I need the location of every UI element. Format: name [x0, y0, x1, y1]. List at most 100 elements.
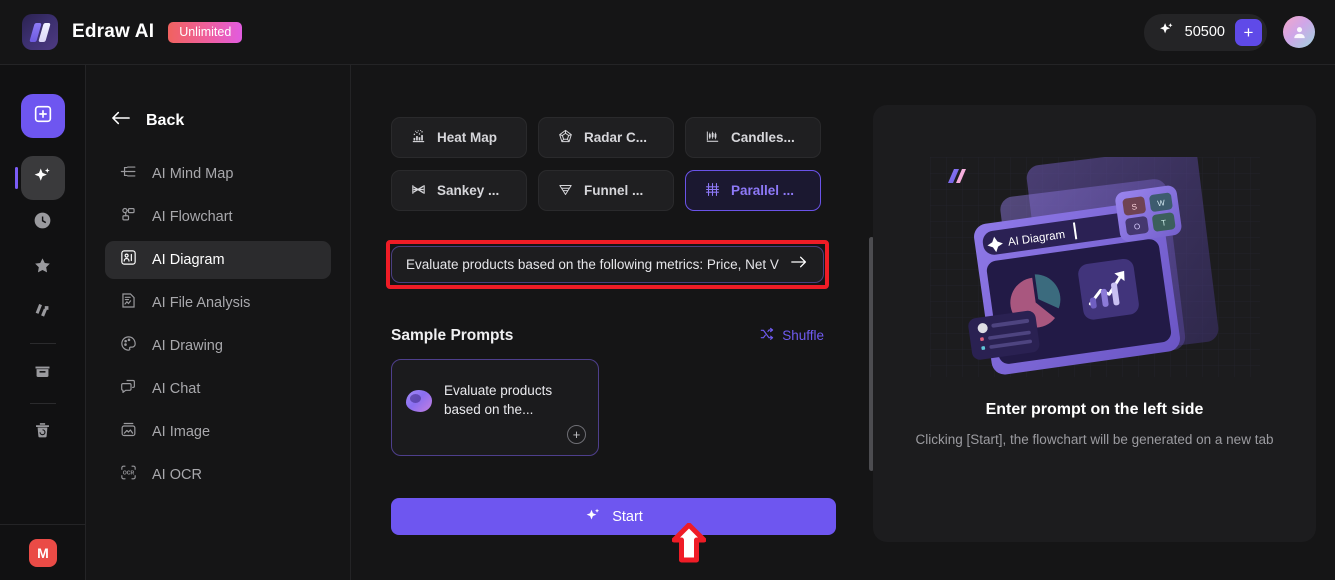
sidebar-item-ai-file-analysis[interactable]: AI File Analysis — [105, 284, 331, 322]
rail-bottom: M — [0, 524, 86, 580]
header-right: 50500 + — [1143, 13, 1315, 51]
chart-type-heat-map[interactable]: Heat Map — [391, 117, 527, 158]
sidebar-item-label: AI Flowchart — [152, 209, 233, 225]
edraw-logo-icon — [22, 14, 58, 50]
star-icon — [32, 255, 53, 281]
sample-prompts-header: Sample Prompts Shuffle — [391, 326, 824, 345]
rail-item-ai-tools[interactable] — [14, 156, 65, 200]
icon-rail: M — [0, 65, 86, 580]
ai-diagram-illustration: AI Diagram S W O T — [929, 147, 1260, 377]
chart-type-label: Candles... — [731, 130, 795, 145]
avatar[interactable] — [1283, 16, 1315, 48]
sidebar-item-ai-image[interactable]: AI Image — [105, 413, 331, 451]
sidebar-item-ai-chat[interactable]: AI Chat — [105, 370, 331, 408]
start-area: Start — [391, 498, 841, 563]
sidebar-item-ai-diagram[interactable]: AI Diagram — [105, 241, 331, 279]
trash-icon — [32, 420, 53, 446]
nav-list: AI Mind Map AI Flowchart AI Diagram AI F… — [86, 155, 350, 494]
ocr-icon: OCR — [119, 463, 138, 487]
prompt-input-value: Evaluate products based on the following… — [406, 257, 779, 272]
shuffle-label: Shuffle — [782, 328, 824, 343]
box-icon — [32, 360, 53, 386]
rail-divider — [29, 343, 56, 344]
sidebar-item-label: AI File Analysis — [152, 295, 251, 311]
radar-chart-icon — [557, 128, 574, 148]
chat-bubble-icon — [119, 377, 138, 401]
parallel-coordinates-icon — [704, 181, 721, 201]
sidebar-item-label: AI Mind Map — [152, 166, 234, 182]
chart-type-label: Funnel ... — [584, 183, 644, 198]
palette-icon — [119, 334, 138, 358]
candlestick-icon — [704, 128, 721, 148]
sidebar-item-label: AI Chat — [152, 381, 201, 397]
back-label: Back — [146, 111, 185, 129]
sidebar-item-label: AI Image — [152, 424, 211, 440]
sidebar-item-ai-mind-map[interactable]: AI Mind Map — [105, 155, 331, 193]
rail-item-new-document[interactable] — [20, 94, 65, 138]
rail-item-archive[interactable] — [21, 351, 65, 395]
heat-map-icon — [410, 128, 427, 148]
chart-type-sankey[interactable]: Sankey ... — [391, 170, 527, 211]
add-credits-button[interactable]: + — [1235, 18, 1262, 46]
chart-type-label: Parallel ... — [731, 183, 795, 198]
image-icon — [119, 420, 138, 444]
start-button[interactable]: Start — [391, 498, 836, 535]
brand: Edraw AI Unlimited — [22, 14, 243, 50]
prompt-input[interactable]: Evaluate products based on the following… — [391, 246, 824, 283]
sidebar-item-ai-flowchart[interactable]: AI Flowchart — [105, 198, 331, 236]
arrow-left-icon — [110, 109, 132, 132]
main-panel: Heat Map Radar C... Candles... Sankey ..… — [351, 65, 1335, 580]
sidebar-item-label: AI OCR — [152, 467, 202, 483]
sankey-icon — [410, 181, 427, 201]
chart-type-funnel[interactable]: Funnel ... — [538, 170, 674, 211]
templates-icon — [32, 300, 53, 326]
arrow-right-icon[interactable] — [789, 254, 809, 275]
funnel-icon — [557, 181, 574, 201]
start-label: Start — [612, 508, 643, 525]
chart-type-parallel-coordinates[interactable]: Parallel ... — [685, 170, 821, 211]
diagram-icon — [119, 248, 138, 272]
rail-item-templates[interactable] — [21, 291, 65, 335]
prompt-area: Evaluate products based on the following… — [386, 240, 841, 289]
rail-item-favorites[interactable] — [21, 246, 65, 290]
preview-subtitle: Clicking [Start], the flowchart will be … — [915, 432, 1274, 447]
add-prompt-button[interactable]: + — [567, 425, 586, 444]
sample-prompt-card[interactable]: Evaluate products based on the... + — [391, 359, 599, 456]
app-header: Edraw AI Unlimited 50500 + — [0, 0, 1335, 65]
back-button[interactable]: Back — [110, 109, 230, 132]
chart-type-candlestick[interactable]: Candles... — [685, 117, 821, 158]
sidebar-item-label: AI Drawing — [152, 338, 223, 354]
chart-type-radar-chart[interactable]: Radar C... — [538, 117, 674, 158]
credits-widget[interactable]: 50500 + — [1143, 13, 1267, 51]
chart-type-label: Heat Map — [437, 130, 498, 145]
credits-value: 50500 — [1184, 24, 1225, 40]
chart-type-label: Sankey ... — [437, 183, 500, 198]
svg-text:O: O — [1133, 222, 1140, 232]
shuffle-icon — [759, 326, 775, 345]
account-badge[interactable]: M — [29, 538, 57, 567]
annotation-arrow-up — [671, 522, 707, 568]
sample-prompts-title: Sample Prompts — [391, 326, 514, 344]
plus-square-icon — [32, 103, 54, 130]
file-analysis-icon — [119, 291, 138, 315]
app-window: Edraw AI Unlimited 50500 + M Back AI Min… — [0, 0, 1335, 580]
sidebar-item-ai-drawing[interactable]: AI Drawing — [105, 327, 331, 365]
sparkle-icon — [584, 506, 602, 528]
sparkle-icon — [1158, 21, 1175, 43]
rail-item-recent[interactable] — [21, 201, 65, 245]
nav-sidebar: Back AI Mind Map AI Flowchart AI Diagram… — [86, 65, 351, 580]
svg-text:OCR: OCR — [123, 471, 135, 477]
rail-divider — [29, 403, 56, 404]
prompt-column: Heat Map Radar C... Candles... Sankey ..… — [386, 65, 874, 580]
plan-badge: Unlimited — [168, 21, 243, 43]
chart-type-label: Radar C... — [584, 130, 648, 145]
app-title: Edraw AI — [72, 21, 155, 42]
mind-map-icon — [119, 162, 138, 186]
sidebar-item-label: AI Diagram — [152, 252, 225, 268]
shuffle-button[interactable]: Shuffle — [759, 326, 824, 345]
rail-item-trash[interactable] — [21, 411, 65, 455]
sparkle-icon — [32, 165, 53, 191]
sidebar-item-ai-ocr[interactable]: OCR AI OCR — [105, 456, 331, 494]
clock-icon — [32, 210, 53, 236]
preview-panel: AI Diagram S W O T Enter prompt on the l… — [873, 105, 1316, 542]
